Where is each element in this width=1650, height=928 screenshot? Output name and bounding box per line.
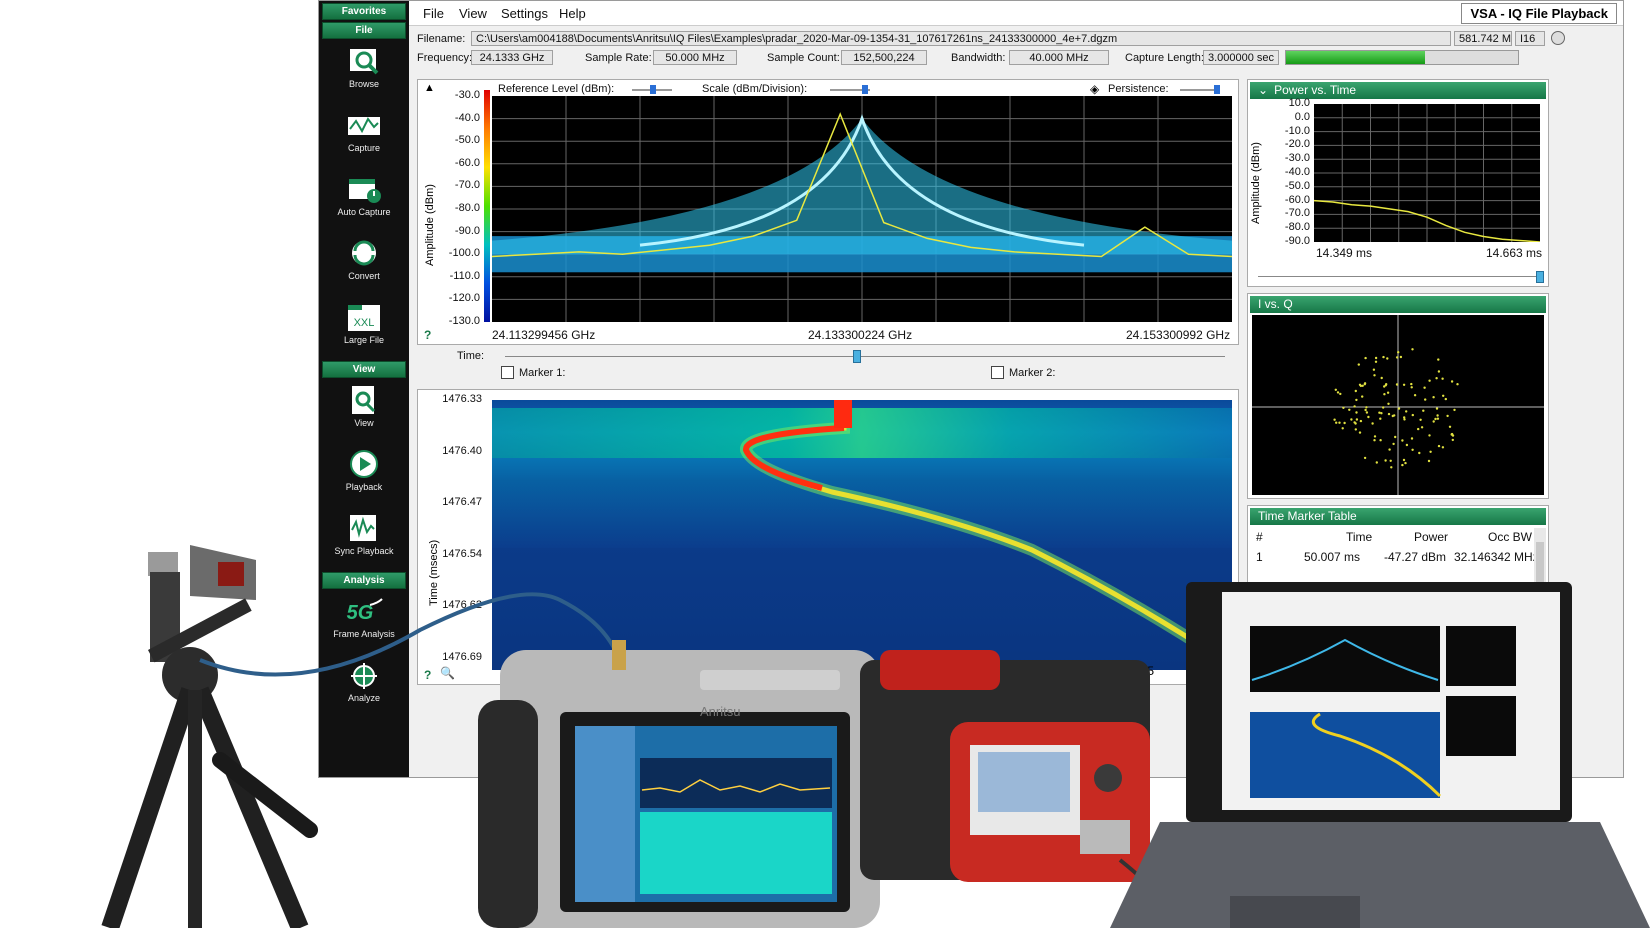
hardware-photo: Anritsu bbox=[101, 545, 1650, 928]
laptop bbox=[1110, 582, 1650, 928]
analyzer-brand: Anritsu bbox=[700, 704, 740, 719]
handheld-analyzer: Anritsu bbox=[478, 640, 880, 928]
tripod-antenna bbox=[101, 545, 318, 928]
